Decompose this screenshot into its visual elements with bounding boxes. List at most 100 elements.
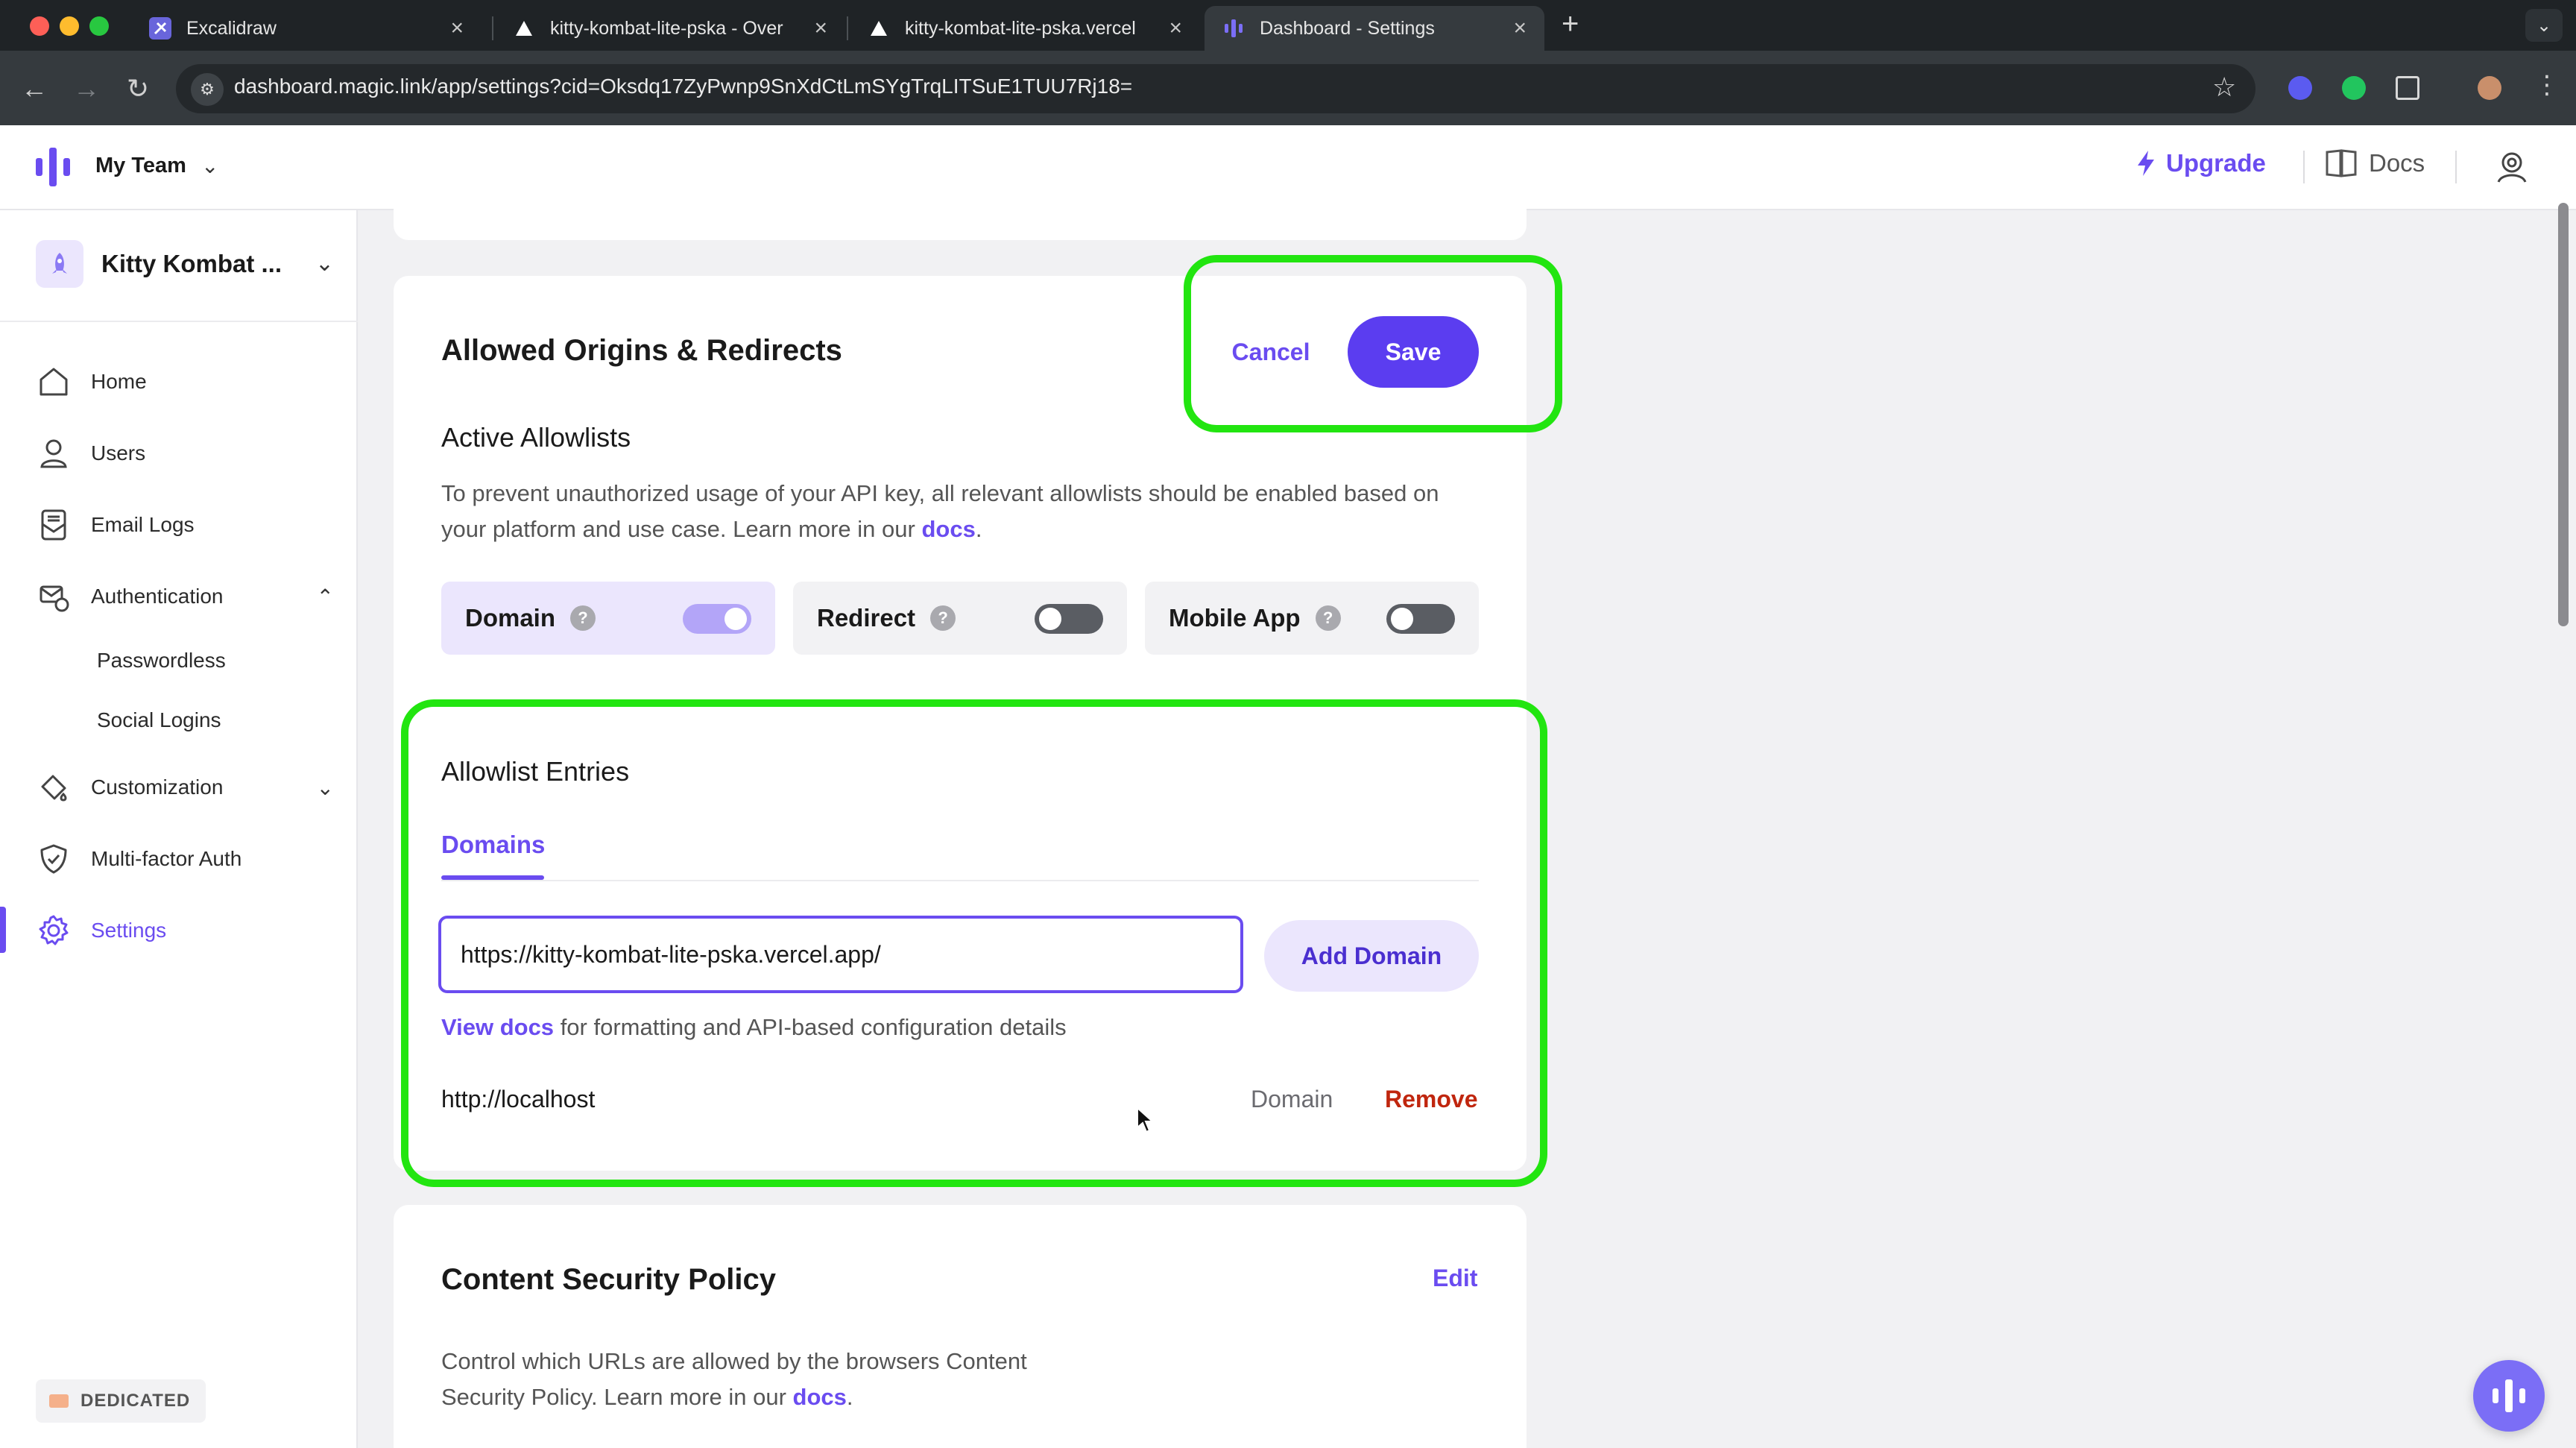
mobile-app-allowlist-toggle-card[interactable]: Mobile App ? <box>1145 582 1479 655</box>
csp-description-line: Control which URLs are allowed by the br… <box>441 1348 1027 1374</box>
redirect-allowlist-toggle-card[interactable]: Redirect ? <box>793 582 1127 655</box>
view-docs-suffix: for formatting and API-based configurati… <box>560 1014 1067 1040</box>
csp-description: Control which URLs are allowed by the br… <box>441 1344 1187 1415</box>
new-tab-button[interactable]: + <box>1562 7 1579 41</box>
header-divider <box>2455 151 2457 183</box>
reload-icon[interactable]: ↻ <box>127 73 149 104</box>
view-docs-hint: View docs for formatting and API-based c… <box>441 1010 1067 1045</box>
view-docs-link[interactable]: View docs <box>441 1014 554 1040</box>
sidebar-subitem-passwordless[interactable]: Passwordless <box>97 649 226 673</box>
sidebar-item-settings[interactable]: Settings <box>36 908 166 953</box>
cancel-button[interactable]: Cancel <box>1208 316 1334 388</box>
page-scrollbar[interactable] <box>2558 203 2569 626</box>
close-tab-icon[interactable]: × <box>450 16 464 41</box>
team-name[interactable]: My Team <box>95 154 186 178</box>
help-icon[interactable]: ? <box>1315 605 1341 631</box>
sidebar-item-customization[interactable]: Customization ⌄ <box>36 765 334 810</box>
help-chat-button[interactable] <box>2473 1360 2545 1432</box>
url-text[interactable]: dashboard.magic.link/app/settings?cid=Ok… <box>234 75 1132 98</box>
docs-link[interactable]: docs <box>921 516 975 542</box>
domain-toggle-switch[interactable] <box>683 604 751 634</box>
close-tab-icon[interactable]: × <box>814 16 827 41</box>
window-close-button[interactable] <box>30 16 49 36</box>
sidebar-item-email-logs[interactable]: Email Logs <box>36 503 195 547</box>
plan-label: DEDICATED <box>80 1391 191 1411</box>
browser-tab-vercel-app[interactable]: kitty-kombat-lite-pska.vercel × <box>850 6 1200 51</box>
remove-entry-button[interactable]: Remove <box>1385 1086 1478 1113</box>
sidebar-item-label: Authentication <box>91 585 224 608</box>
sidebar-item-label: Settings <box>91 919 167 942</box>
browser-tab-excalidraw[interactable]: Excalidraw × <box>131 6 482 51</box>
browser-profile-avatar[interactable] <box>2478 76 2501 100</box>
allowlist-description: To prevent unauthorized usage of your AP… <box>441 480 1439 542</box>
tab-title: Dashboard - Settings <box>1260 17 1435 39</box>
sidebar-divider <box>0 321 358 322</box>
sidebar-item-label: Customization <box>91 775 224 799</box>
browser-tab-vercel-overview[interactable]: kitty-kombat-lite-pska - Over × <box>495 6 845 51</box>
browser-tab-dashboard-settings[interactable]: Dashboard - Settings × <box>1205 6 1544 51</box>
vercel-triangle-icon <box>513 17 535 40</box>
docs-link[interactable]: Docs <box>2326 149 2425 177</box>
window-maximize-button[interactable] <box>89 16 109 36</box>
project-name: Kitty Kombat ... <box>101 250 282 277</box>
header-divider <box>2303 151 2305 183</box>
add-domain-button[interactable]: Add Domain <box>1264 920 1479 992</box>
chevron-up-icon[interactable]: ⌃ <box>317 585 334 609</box>
chevron-down-icon[interactable]: ⌄ <box>317 775 334 800</box>
csp-edit-button[interactable]: Edit <box>1433 1265 1477 1292</box>
back-arrow-icon[interactable]: ← <box>21 73 48 104</box>
bookmark-star-icon[interactable]: ☆ <box>2212 72 2236 103</box>
tabs-divider <box>441 880 1479 881</box>
tab-search-chevron-icon[interactable]: ⌄ <box>2525 9 2563 42</box>
save-button[interactable]: Save <box>1348 316 1479 388</box>
lightning-icon <box>2138 151 2154 176</box>
extension-icon[interactable] <box>2342 76 2366 100</box>
mobile-app-toggle-switch[interactable] <box>1386 604 1455 634</box>
tab-separator <box>847 16 848 40</box>
email-log-icon <box>36 507 72 543</box>
window-minimize-button[interactable] <box>60 16 79 36</box>
domain-input[interactable] <box>438 916 1243 993</box>
forward-arrow-icon[interactable]: → <box>73 73 100 104</box>
vercel-triangle-icon <box>868 17 890 40</box>
csp-docs-link[interactable]: docs <box>793 1384 847 1410</box>
entry-type: Domain <box>1251 1086 1333 1112</box>
magic-logo-icon <box>2493 1379 2525 1412</box>
mouse-cursor-icon <box>1137 1107 1154 1133</box>
extension-icon[interactable] <box>2288 76 2312 100</box>
help-icon[interactable]: ? <box>570 605 596 631</box>
magic-logo-icon[interactable] <box>36 148 70 186</box>
excalidraw-icon <box>149 17 171 40</box>
ticket-icon <box>49 1394 69 1408</box>
account-icon[interactable] <box>2494 149 2530 185</box>
extensions-puzzle-icon[interactable] <box>2396 76 2419 100</box>
sidebar-item-label: Email Logs <box>91 513 195 536</box>
toggle-knob <box>724 608 747 630</box>
allowlist-entries-title: Allowlist Entries <box>441 756 630 787</box>
browser-menu-icon[interactable]: ⋮ <box>2534 70 2560 100</box>
help-icon[interactable]: ? <box>930 605 956 631</box>
sidebar-item-authentication[interactable]: Authentication ⌃ <box>36 574 334 619</box>
domain-allowlist-toggle-card[interactable]: Domain ? <box>441 582 775 655</box>
docs-label: Docs <box>2369 149 2425 177</box>
tab-domains[interactable]: Domains <box>441 831 545 859</box>
chevron-down-icon[interactable]: ⌄ <box>201 154 218 178</box>
project-selector[interactable]: Kitty Kombat ... ⌄ <box>36 236 334 292</box>
redirect-toggle-switch[interactable] <box>1035 604 1103 634</box>
sidebar-item-home[interactable]: Home <box>36 359 147 404</box>
tab-title: kitty-kombat-lite-pska - Over <box>550 17 783 39</box>
csp-description-line: Security Policy. Learn more in our <box>441 1384 786 1410</box>
gear-icon <box>36 913 72 948</box>
close-tab-icon[interactable]: × <box>1169 16 1182 41</box>
home-icon <box>36 364 72 400</box>
sidebar-item-multi-factor-auth[interactable]: Multi-factor Auth <box>36 837 242 881</box>
tab-title: Excalidraw <box>186 17 277 39</box>
sidebar-item-label: Users <box>91 441 146 465</box>
sidebar-subitem-social-logins[interactable]: Social Logins <box>97 708 221 732</box>
upgrade-link[interactable]: Upgrade <box>2136 149 2266 177</box>
toggle-knob <box>1039 608 1061 630</box>
site-settings-icon[interactable]: ⚙ <box>191 73 224 106</box>
rocket-icon <box>36 240 83 288</box>
close-tab-icon[interactable]: × <box>1513 16 1527 41</box>
sidebar-item-users[interactable]: Users <box>36 431 145 476</box>
